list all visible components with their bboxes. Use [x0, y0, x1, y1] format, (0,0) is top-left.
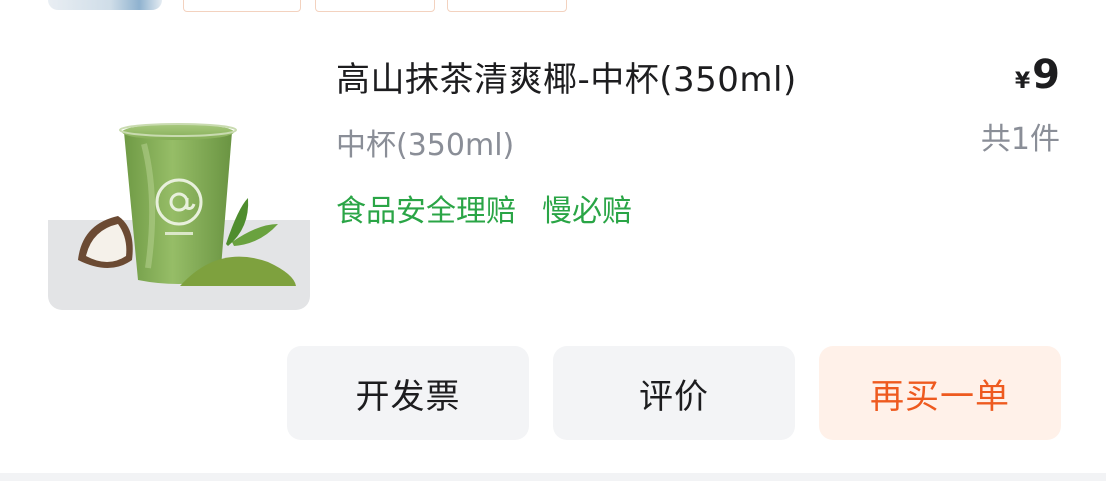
previous-item-thumbnail[interactable]: [48, 0, 162, 10]
invoice-button[interactable]: 开发票: [287, 346, 529, 440]
matcha-drink-illustration: [48, 48, 310, 310]
price-value: 9: [1032, 52, 1060, 98]
previous-item-tag: [447, 0, 567, 12]
product-spec: 中杯(350ml): [336, 128, 515, 163]
section-divider: [0, 473, 1106, 481]
currency-symbol: ¥: [1014, 69, 1031, 94]
previous-item-tag: [183, 0, 301, 12]
review-button[interactable]: 评价: [553, 346, 795, 440]
rebuy-button[interactable]: 再买一单: [819, 346, 1061, 440]
previous-item-tag: [315, 0, 435, 12]
item-price: ¥ 9: [1015, 52, 1060, 98]
order-card: 高山抹茶清爽椰-中杯(350ml) 中杯(350ml) 食品安全理赔 慢必赔 ¥…: [0, 0, 1106, 481]
product-image[interactable]: [48, 48, 310, 310]
item-quantity: 共1件: [980, 122, 1060, 157]
product-title[interactable]: 高山抹茶清爽椰-中杯(350ml): [336, 58, 797, 102]
food-safety-claim-tag: 食品安全理赔: [336, 194, 516, 229]
slow-delivery-compensation-tag: 慢必赔: [542, 194, 632, 229]
service-tags: 食品安全理赔 慢必赔: [336, 192, 632, 232]
